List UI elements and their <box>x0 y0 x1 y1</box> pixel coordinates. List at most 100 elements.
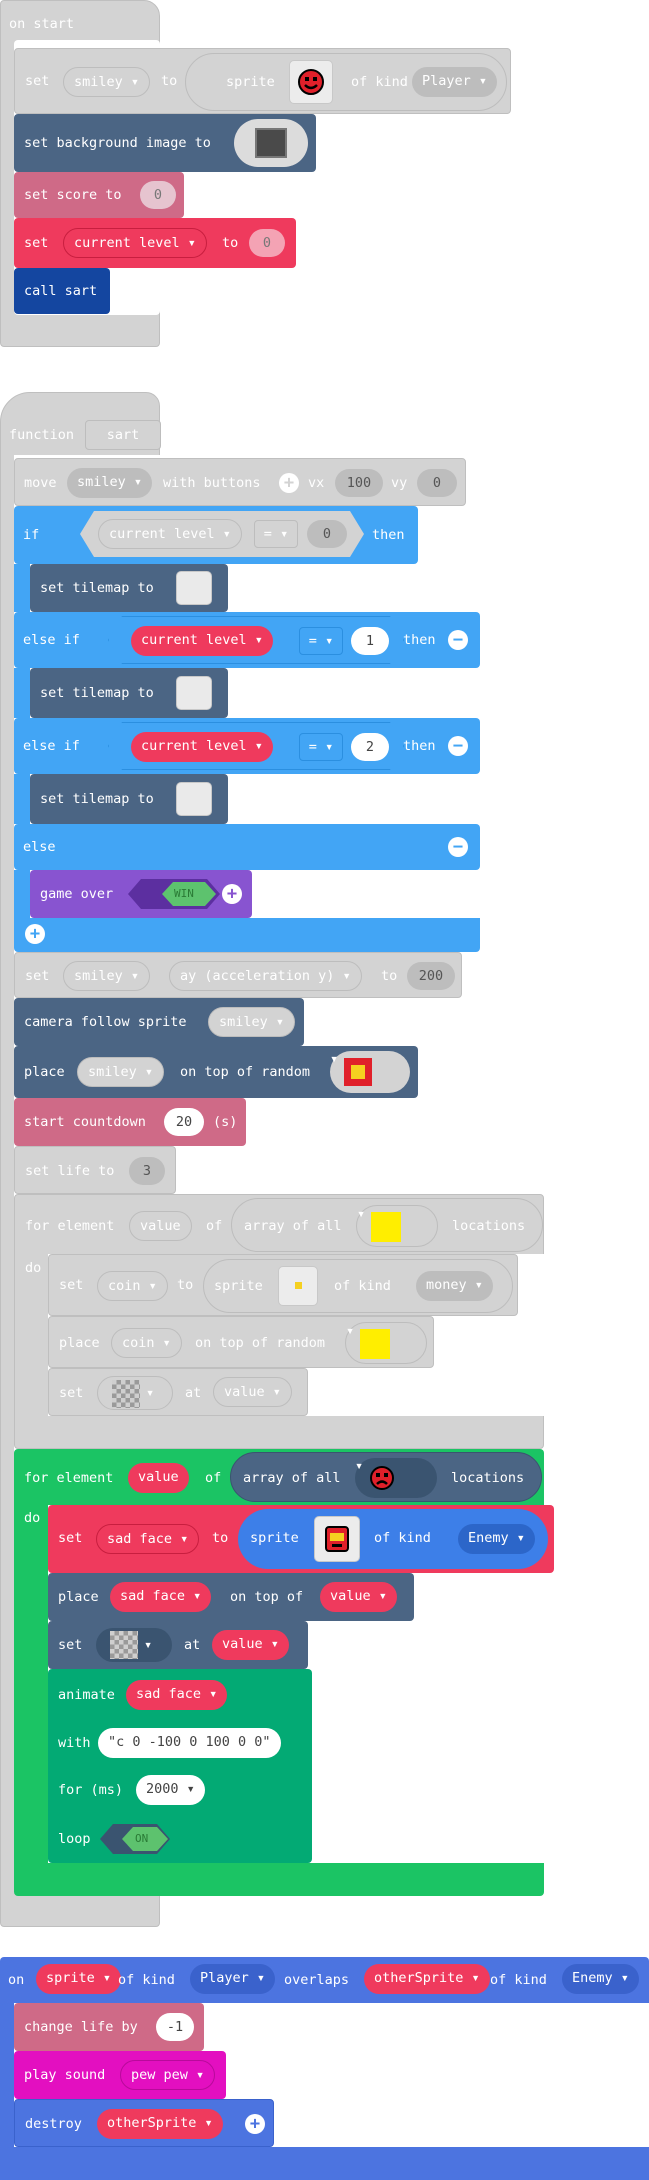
kind-dropdown-player[interactable]: Player <box>412 67 498 97</box>
loop-variable-value[interactable]: value <box>212 1630 289 1660</box>
set-coin-sprite-block[interactable]: set coin to sprite of kind money <box>48 1254 518 1316</box>
array-of-all-locations[interactable]: array of all locations <box>231 1198 543 1252</box>
add-else-plus-icon[interactable]: + <box>25 924 45 944</box>
move-with-buttons-block[interactable]: move smiley with buttons + vx 100 vy 0 <box>14 458 466 506</box>
set-tilemap-block-3[interactable]: set tilemap to <box>30 774 228 824</box>
operator-dropdown[interactable]: = <box>254 520 298 548</box>
life-value[interactable]: 3 <box>129 1157 165 1185</box>
variable-dropdown-sprite[interactable]: sprite <box>36 1964 122 1994</box>
tile-picker-enemy[interactable] <box>355 1458 437 1498</box>
variable-dropdown-current-level[interactable]: current level <box>98 519 242 549</box>
transparent-tile-picker[interactable] <box>96 1628 172 1662</box>
comparison-condition-1[interactable]: current level = 1 <box>108 616 404 664</box>
operator-dropdown[interactable]: = <box>299 733 343 761</box>
loop-variable-value[interactable]: value <box>128 1463 189 1493</box>
set-tilemap-block-1[interactable]: set tilemap to <box>30 564 228 612</box>
animation-path-field[interactable]: "c 0 -100 0 100 0 0" <box>98 1728 281 1758</box>
call-sart-block[interactable]: call sart <box>14 268 110 314</box>
variable-dropdown-coin[interactable]: coin <box>111 1328 182 1358</box>
comparison-condition-2[interactable]: current level = 2 <box>108 722 404 770</box>
place-sad-face-block[interactable]: place sad face on top of value <box>48 1573 414 1621</box>
place-coin-block[interactable]: place coin on top of random <box>48 1316 434 1368</box>
expand-plus-icon[interactable]: + <box>222 884 242 904</box>
variable-dropdown-smiley[interactable]: smiley <box>67 468 153 498</box>
kind-dropdown-enemy[interactable]: Enemy <box>458 1524 535 1554</box>
sprite-create-block-coin[interactable]: sprite of kind money <box>203 1259 513 1313</box>
tilemap-thumbnail-1[interactable] <box>176 571 212 605</box>
set-score-block[interactable]: set score to 0 <box>14 172 184 218</box>
destroy-block[interactable]: destroy otherSprite + <box>14 2099 274 2147</box>
compare-value-0[interactable]: 0 <box>307 520 347 548</box>
background-image-picker[interactable] <box>234 119 308 167</box>
vy-value[interactable]: 0 <box>417 469 457 497</box>
win-toggle[interactable]: WIN <box>128 879 220 909</box>
countdown-value[interactable]: 20 <box>164 1108 204 1136</box>
comparison-condition-0[interactable]: current level = 0 <box>80 511 364 557</box>
variable-dropdown-sad-face[interactable]: sad face <box>110 1582 212 1612</box>
sad-face-sprite-thumbnail[interactable] <box>314 1516 360 1562</box>
expand-plus-icon[interactable]: + <box>245 2114 265 2134</box>
else-if-block-1[interactable]: else if current level = 1 then − <box>14 612 480 668</box>
set-background-image-block[interactable]: set background image to <box>14 114 316 172</box>
variable-dropdown-other-sprite[interactable]: otherSprite <box>97 2109 223 2139</box>
loop-variable-value[interactable]: value <box>129 1211 192 1241</box>
remove-minus-icon[interactable]: − <box>448 630 468 650</box>
loop-variable-value[interactable]: value <box>213 1377 292 1407</box>
remove-minus-icon[interactable]: − <box>448 736 468 756</box>
variable-dropdown-current-level[interactable]: current level <box>131 732 273 762</box>
variable-dropdown-sad-face[interactable]: sad face <box>126 1680 228 1710</box>
set-tile-at-block-2[interactable]: set at value <box>48 1621 308 1669</box>
animate-block[interactable]: animate sad face with "c 0 -100 0 100 0 … <box>48 1669 312 1863</box>
variable-dropdown-current-level[interactable]: current level <box>63 228 207 258</box>
current-level-value[interactable]: 0 <box>249 229 285 257</box>
transparent-tile-picker[interactable] <box>97 1376 173 1410</box>
acceleration-value[interactable]: 200 <box>407 962 455 990</box>
kind-dropdown-money[interactable]: money <box>416 1271 493 1301</box>
kind-dropdown-enemy[interactable]: Enemy <box>562 1964 639 1994</box>
score-value[interactable]: 0 <box>140 181 176 209</box>
life-change-value[interactable]: -1 <box>156 2013 194 2041</box>
operator-dropdown[interactable]: = <box>299 627 343 655</box>
else-if-block-2[interactable]: else if current level = 2 then − <box>14 718 480 774</box>
camera-follow-block[interactable]: camera follow sprite smiley <box>14 998 304 1046</box>
variable-dropdown-smiley[interactable]: smiley <box>77 1057 165 1087</box>
tile-picker-yellow[interactable] <box>345 1322 427 1364</box>
if-block[interactable]: if current level = 0 then <box>14 506 418 564</box>
variable-dropdown-smiley[interactable]: smiley <box>63 961 151 991</box>
set-tile-at-block-1[interactable]: set at value <box>48 1368 308 1416</box>
loop-variable-value[interactable]: value <box>320 1582 397 1612</box>
smiley-sprite-thumbnail[interactable] <box>289 60 333 104</box>
variable-dropdown-smiley[interactable]: smiley <box>63 67 151 97</box>
property-dropdown[interactable]: ay (acceleration y) <box>169 961 362 991</box>
variable-dropdown-coin[interactable]: coin <box>97 1271 168 1301</box>
variable-dropdown-smiley[interactable]: smiley <box>208 1007 296 1037</box>
play-sound-block[interactable]: play sound pew pew <box>14 2051 226 2099</box>
start-countdown-block[interactable]: start countdown 20 (s) <box>14 1098 246 1146</box>
set-sad-face-sprite-block[interactable]: set sad face to sprite of kind Enemy <box>48 1505 554 1573</box>
array-of-all-locations[interactable]: array of all locations <box>230 1452 542 1502</box>
variable-dropdown-current-level[interactable]: current level <box>131 626 273 656</box>
duration-dropdown[interactable]: 2000 <box>136 1775 205 1805</box>
tile-picker-red[interactable] <box>330 1051 410 1093</box>
vx-value[interactable]: 100 <box>335 469 383 497</box>
remove-minus-icon[interactable]: − <box>448 837 468 857</box>
variable-dropdown-other-sprite[interactable]: otherSprite <box>364 1964 490 1994</box>
tilemap-thumbnail-2[interactable] <box>176 676 212 710</box>
set-current-level-block[interactable]: set current level to 0 <box>14 218 296 268</box>
tilemap-thumbnail-3[interactable] <box>176 782 212 816</box>
coin-sprite-thumbnail[interactable] <box>278 1266 318 1306</box>
sound-dropdown[interactable]: pew pew <box>120 2060 216 2090</box>
loop-toggle[interactable]: ON <box>100 1824 170 1854</box>
set-life-block[interactable]: set life to 3 <box>14 1146 176 1194</box>
expand-plus-icon[interactable]: + <box>279 473 299 493</box>
place-on-random-block[interactable]: place smiley on top of random <box>14 1046 418 1098</box>
tile-picker-yellow[interactable] <box>356 1205 438 1247</box>
set-smiley-sprite-block[interactable]: set smiley to sprite of kind Player <box>14 48 511 114</box>
kind-dropdown-player[interactable]: Player <box>190 1964 276 1994</box>
set-acceleration-block[interactable]: set smiley ay (acceleration y) to 200 <box>14 952 462 998</box>
change-life-block[interactable]: change life by -1 <box>14 2003 204 2051</box>
game-over-block[interactable]: game over WIN + <box>30 870 252 918</box>
set-tilemap-block-2[interactable]: set tilemap to <box>30 668 228 718</box>
sprite-create-block-enemy[interactable]: sprite of kind Enemy <box>238 1509 548 1569</box>
function-name-field[interactable]: sart <box>85 420 161 450</box>
